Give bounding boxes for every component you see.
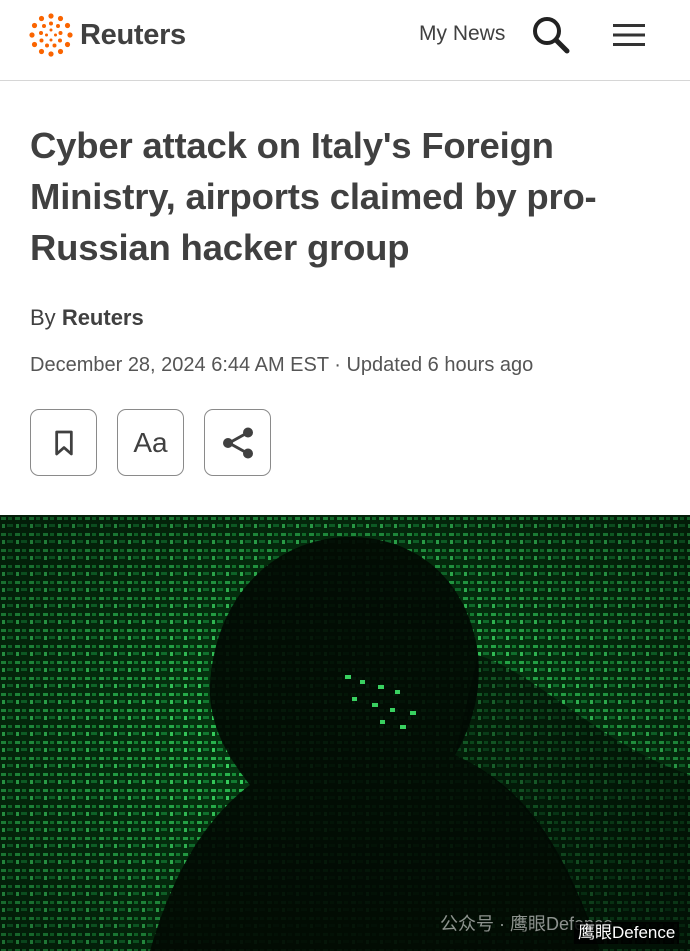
reuters-logo[interactable]: Reuters [28,12,186,58]
share-icon [222,427,253,458]
source-watermark: 鹰眼Defence [574,922,680,944]
logo-wordmark: Reuters [80,18,186,51]
text-size-label: Aa [133,426,168,458]
byline-prefix: By [30,305,56,330]
search-button[interactable] [530,14,572,56]
bookmark-icon [54,430,73,455]
article-actions: Aa [30,409,271,476]
hacker-silhouette-image [0,515,690,951]
my-news-link[interactable]: My News [419,22,505,46]
share-button[interactable] [204,409,271,476]
article-headline: Cyber attack on Italy's Foreign Ministry… [30,125,597,268]
byline-author[interactable]: Reuters [62,305,144,330]
article-dateline: December 28, 2024 6:44 AM EST · Updated … [30,354,534,376]
bookmark-button[interactable] [30,409,97,476]
reuters-logo-icon [29,13,73,57]
byline: By Reuters [30,305,144,331]
hamburger-menu-icon [613,24,645,46]
top-nav-bar: Reuters My News [0,0,690,81]
menu-button[interactable] [610,18,648,52]
search-icon [533,17,570,54]
text-size-button[interactable]: Aa [117,409,184,476]
hero-image[interactable] [0,515,690,951]
